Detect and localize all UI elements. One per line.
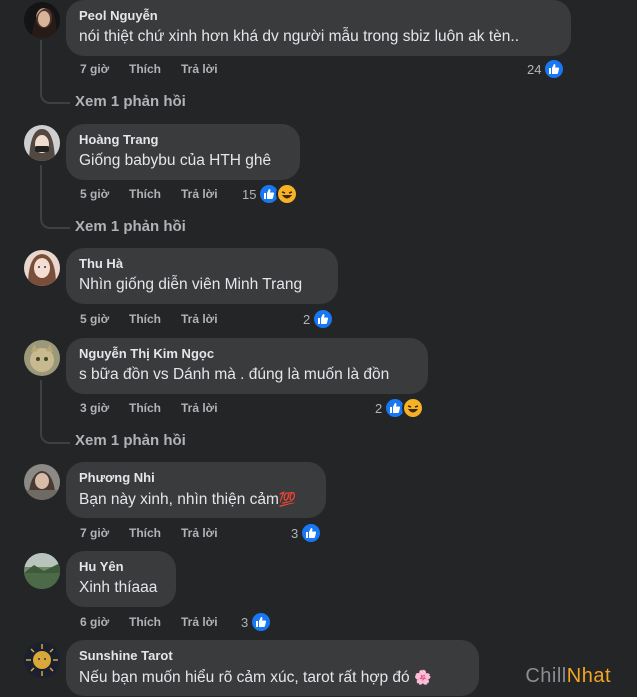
like-button[interactable]: Thích xyxy=(129,62,161,76)
view-replies-link[interactable]: Xem 1 phản hồi xyxy=(75,218,186,235)
thread-line xyxy=(40,380,70,444)
reply-button[interactable]: Trả lời xyxy=(181,62,218,76)
cherry-blossom-emoji: 🌸 xyxy=(414,669,432,685)
reply-button[interactable]: Trả lời xyxy=(181,526,218,540)
reaction-summary[interactable]: 15 xyxy=(242,183,299,205)
avatar-photo xyxy=(24,125,60,161)
avatar-photo xyxy=(24,2,60,38)
like-button[interactable]: Thích xyxy=(129,526,161,540)
reaction-count: 3 xyxy=(291,525,299,541)
like-icon xyxy=(250,611,273,633)
comment-time[interactable]: 6 giờ xyxy=(80,615,109,629)
comment-bubble: Nguyễn Thị Kim Ngọc s bữa đồn vs Dánh mà… xyxy=(66,338,428,394)
like-icon xyxy=(300,522,323,544)
avatar-photo xyxy=(24,464,60,500)
watermark: ChillNhat xyxy=(525,665,611,688)
comment-text: Nhìn giống diễn viên Minh Trang xyxy=(79,276,303,293)
comment-text: Bạn này xinh, nhìn thiện cảm💯 xyxy=(79,489,313,510)
comment-author[interactable]: Thu Hà xyxy=(79,256,325,272)
avatar[interactable] xyxy=(24,2,60,38)
avatar-photo xyxy=(24,553,60,589)
reply-button[interactable]: Trả lời xyxy=(181,401,218,415)
comment-bubble: Hu Yên Xinh thíaaa xyxy=(66,551,176,607)
reply-button[interactable]: Trả lời xyxy=(181,187,218,201)
comment-time[interactable]: 5 giờ xyxy=(80,187,109,201)
comment-text-body: Nếu bạn muốn hiểu rõ cảm xúc, tarot rất … xyxy=(79,669,410,686)
comment-time[interactable]: 7 giờ xyxy=(80,62,109,76)
reaction-count: 15 xyxy=(242,186,257,202)
comment-author[interactable]: Hu Yên xyxy=(79,559,163,575)
comment-time[interactable]: 3 giờ xyxy=(80,401,109,415)
view-replies-link[interactable]: Xem 1 phản hồi xyxy=(75,93,186,110)
reaction-summary[interactable]: 2 xyxy=(303,308,335,330)
avatar[interactable] xyxy=(24,340,60,376)
reply-button[interactable]: Trả lời xyxy=(181,312,218,326)
comment-text: Nếu bạn muốn hiểu rõ cảm xúc, tarot rất … xyxy=(79,667,466,688)
reaction-count: 2 xyxy=(375,400,383,416)
comment-author[interactable]: Hoàng Trang xyxy=(79,132,287,148)
comment-text: Xinh thíaaa xyxy=(79,579,158,596)
like-button[interactable]: Thích xyxy=(129,401,161,415)
like-button[interactable]: Thích xyxy=(129,615,161,629)
avatar[interactable] xyxy=(24,642,60,678)
comment-bubble: Phương Nhi Bạn này xinh, nhìn thiện cảm💯 xyxy=(66,462,326,518)
comment-author[interactable]: Peol Nguyễn xyxy=(79,8,558,24)
avatar[interactable] xyxy=(24,125,60,161)
hundred-points-emoji: 💯 xyxy=(278,491,297,507)
comment-author[interactable]: Phương Nhi xyxy=(79,470,313,486)
avatar[interactable] xyxy=(24,250,60,286)
comment-author[interactable]: Nguyễn Thị Kim Ngọc xyxy=(79,346,415,362)
comment-bubble: Peol Nguyễn nói thiệt chứ xinh hơn khá d… xyxy=(66,0,571,56)
thread-line xyxy=(40,40,70,104)
avatar-photo xyxy=(24,250,60,286)
comment-text-body: Bạn này xinh, nhìn thiện cảm xyxy=(79,491,279,508)
view-replies-link[interactable]: Xem 1 phản hồi xyxy=(75,432,186,449)
reaction-summary[interactable]: 3 xyxy=(241,611,273,633)
like-icon xyxy=(312,308,335,330)
comment-time[interactable]: 5 giờ xyxy=(80,312,109,326)
thread-line xyxy=(40,165,70,229)
comment-bubble: Sunshine Tarot Nếu bạn muốn hiểu rõ cảm … xyxy=(66,640,479,696)
comment-text: s bữa đồn vs Dánh mà . đúng là muốn là đ… xyxy=(79,366,390,383)
reaction-count: 2 xyxy=(303,311,311,327)
haha-icon xyxy=(276,183,299,205)
reaction-count: 24 xyxy=(527,61,542,77)
like-button[interactable]: Thích xyxy=(129,312,161,326)
avatar-photo xyxy=(24,340,60,376)
comment-text: Giống babybu của HTH ghê xyxy=(79,152,272,169)
comment-bubble: Hoàng Trang Giống babybu của HTH ghê xyxy=(66,124,300,180)
reaction-summary[interactable]: 2 xyxy=(375,397,425,419)
comment-bubble: Thu Hà Nhìn giống diễn viên Minh Trang xyxy=(66,248,338,304)
like-icon xyxy=(543,58,566,80)
avatar[interactable] xyxy=(24,464,60,500)
reaction-summary[interactable]: 3 xyxy=(291,522,323,544)
reaction-summary[interactable]: 24 xyxy=(527,58,566,80)
comment-time[interactable]: 7 giờ xyxy=(80,526,109,540)
comment-author[interactable]: Sunshine Tarot xyxy=(79,648,466,664)
haha-icon xyxy=(402,397,425,419)
watermark-part1: Chill xyxy=(525,665,567,687)
reply-button[interactable]: Trả lời xyxy=(181,615,218,629)
comment-text: nói thiệt chứ xinh hơn khá dv người mẫu … xyxy=(79,28,520,45)
avatar[interactable] xyxy=(24,553,60,589)
watermark-part2: Nhat xyxy=(566,665,611,687)
reaction-count: 3 xyxy=(241,614,249,630)
like-button[interactable]: Thích xyxy=(129,187,161,201)
avatar-photo xyxy=(24,642,60,678)
